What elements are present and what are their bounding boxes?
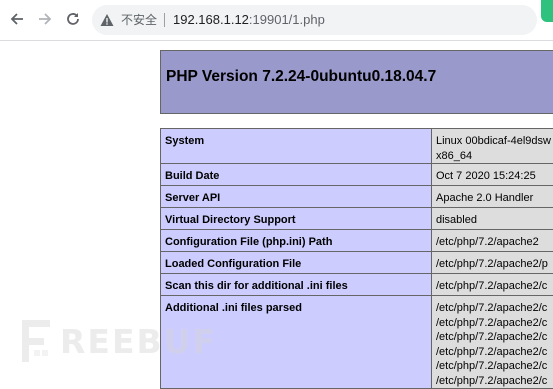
watermark-text: REEBUF [60,322,217,361]
table-row: Build Date Oct 7 2020 15:24:25 [161,164,553,186]
address-bar[interactable]: 不安全 192.168.1.12:19901/1.php [92,5,537,35]
row-key-cell: Build Date [161,164,432,186]
url-port: :19901 [249,12,289,27]
page-title: PHP Version 7.2.24-0ubuntu0.18.04.7 [166,68,436,86]
row-value-cell: /etc/php/7.2/apache2/p [432,252,553,274]
freebuf-watermark: REEBUF [20,318,217,364]
row-value-cell: Oct 7 2020 15:24:25 [432,164,553,186]
row-key-cell: System [161,129,432,164]
row-value-line: /etc/php/7.2/apache2/c [436,279,553,294]
back-button[interactable] [6,8,28,30]
security-status-label[interactable]: 不安全 [121,12,157,28]
row-value-line: /etc/php/7.2/apache2/p [436,257,553,272]
row-value-cell: /etc/php/7.2/apache2 [432,230,553,252]
row-key-cell: Server API [161,186,432,208]
reload-button[interactable] [62,8,84,30]
table-row: Server API Apache 2.0 Handler [161,186,553,208]
row-value-cell: Apache 2.0 Handler [432,186,553,208]
row-value-line: /etc/php/7.2/apache2/c [436,316,553,331]
row-value-line: /etc/php/7.2/apache2/c [436,345,553,360]
forward-arrow-icon [37,11,53,27]
row-value-line: disabled [436,213,553,228]
row-value-cell: Linux 00bdicaf-4el9dswx86_64 [432,129,553,164]
table-row: SystemLinux 00bdicaf-4el9dswx86_64 [161,129,553,164]
row-value-line: Apache 2.0 Handler [436,191,553,206]
row-value-line: /etc/php/7.2/apache2/c [436,330,553,345]
table-row: Loaded Configuration File/etc/php/7.2/ap… [161,252,553,274]
forward-button[interactable] [34,8,56,30]
address-bar-divider [164,13,165,27]
row-value-line: /etc/php/7.2/apache2/c [436,374,553,389]
php-version-header: PHP Version 7.2.24-0ubuntu0.18.04.7 [160,50,553,114]
table-row: Scan this dir for additional .ini files /… [161,274,553,296]
row-value-cell: /etc/php/7.2/apache2/c [432,274,553,296]
browser-toolbar: 不安全 192.168.1.12:19901/1.php [0,0,553,41]
row-value-cell: /etc/php/7.2/apache2/c/etc/php/7.2/apach… [432,296,553,389]
table-row: Additional .ini files parsed/etc/php/7.2… [161,296,553,389]
back-arrow-icon [9,11,25,27]
row-value-line: /etc/php/7.2/apache2/c [436,301,553,316]
php-info-table: SystemLinux 00bdicaf-4el9dswx86_64Build … [160,128,553,389]
row-key-cell: Configuration File (php.ini) Path [161,230,432,252]
row-value-line: Linux 00bdicaf-4el9dsw [436,134,553,149]
url-host: 192.168.1.12 [173,12,249,27]
row-key-cell: Loaded Configuration File [161,252,432,274]
row-value-line: Oct 7 2020 15:24:25 [436,169,553,184]
row-key-cell: Virtual Directory Support [161,208,432,230]
reload-icon [65,11,81,27]
url-text[interactable]: 192.168.1.12:19901/1.php [173,12,325,28]
extension-badge[interactable] [541,0,553,22]
table-row: Configuration File (php.ini) Path/etc/ph… [161,230,553,252]
row-value-cell: disabled [432,208,553,230]
table-row: Virtual Directory Support disabled [161,208,553,230]
row-value-line: /etc/php/7.2/apache2 [436,235,553,250]
row-key-cell: Scan this dir for additional .ini files [161,274,432,296]
warning-icon[interactable] [100,13,114,27]
php-info-table-body: SystemLinux 00bdicaf-4el9dswx86_64Build … [161,129,553,389]
freebuf-logo-icon [20,318,54,364]
row-value-line: x86_64 [436,149,553,164]
url-path: /1.php [289,12,325,27]
row-value-line: /etc/php/7.2/apache2/c [436,359,553,374]
